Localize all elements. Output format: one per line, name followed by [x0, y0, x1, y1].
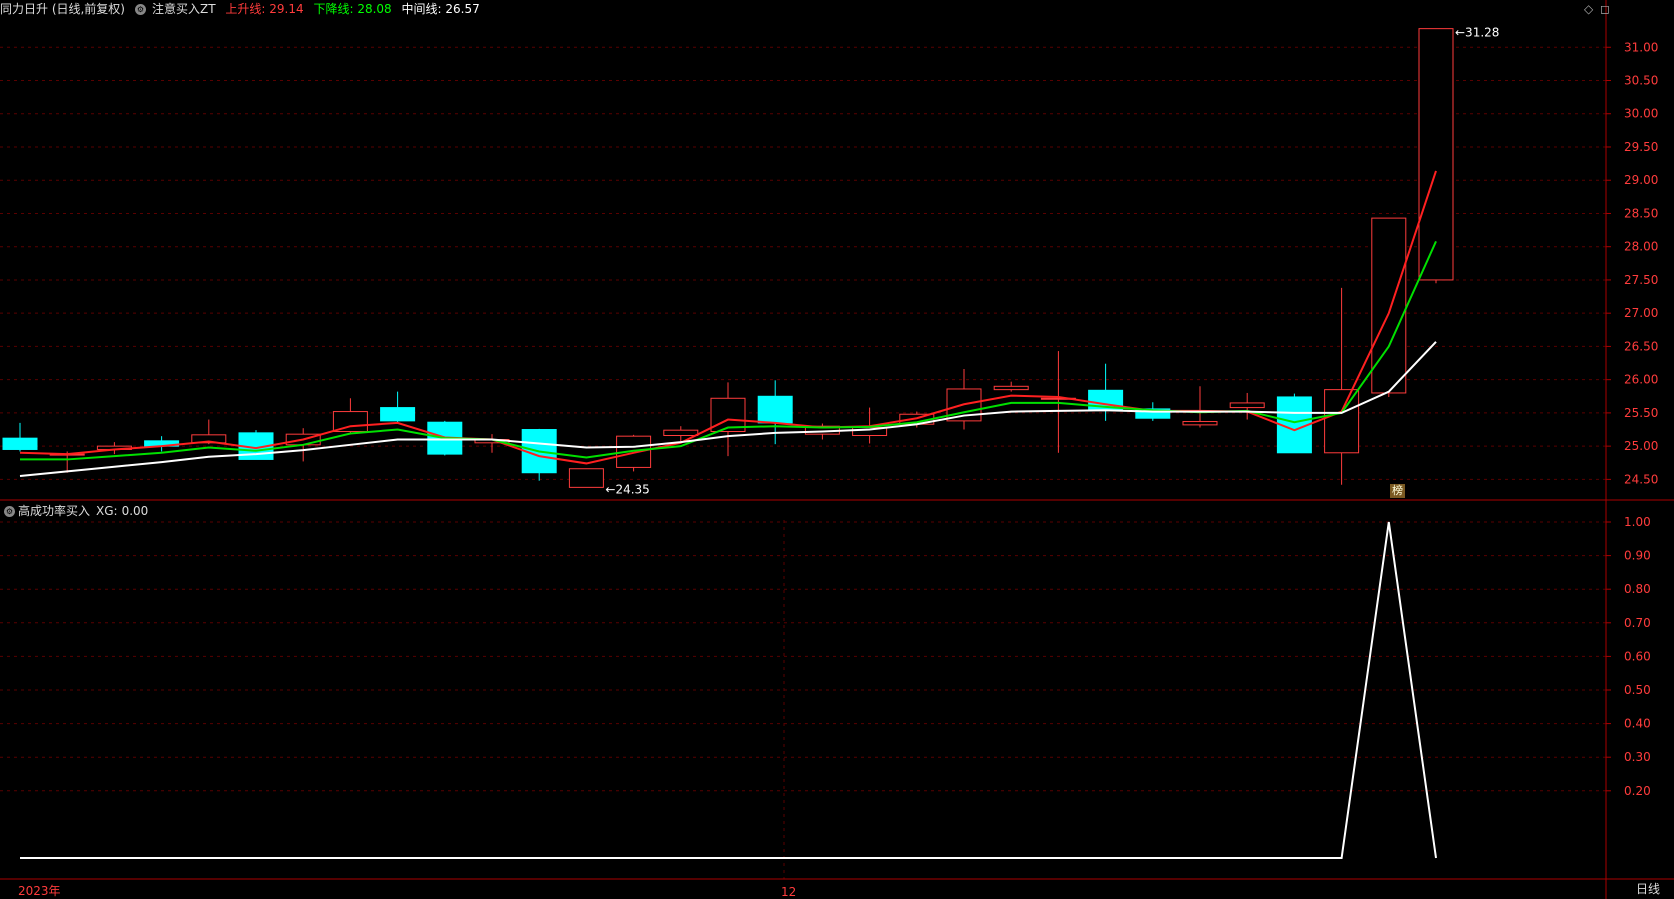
candle-body[interactable] — [1229, 402, 1265, 409]
mid-line-label: 中间线: — [401, 2, 442, 16]
price-tick-label: 31.00 — [1624, 40, 1658, 54]
candle-body[interactable] — [568, 468, 604, 488]
grid-lines — [0, 46, 1606, 879]
price-tick-label: 30.50 — [1624, 74, 1658, 88]
price-tick-label: 28.00 — [1624, 240, 1658, 254]
indicator-tick-label: 0.20 — [1624, 784, 1651, 798]
price-tick-label: 28.50 — [1624, 206, 1658, 220]
indicator-name[interactable]: 注意买入ZT — [152, 2, 216, 16]
main-header: 同力日升 (日线,前复权) ⚙ 注意买入ZT 上升线: 29.14 下降线: 28.… — [0, 0, 486, 18]
candle-body[interactable] — [380, 407, 416, 422]
price-tick-label: 30.00 — [1624, 107, 1658, 121]
price-tick-label: 26.00 — [1624, 373, 1658, 387]
candle-body[interactable] — [1371, 217, 1407, 394]
indicator-tick-label: 0.90 — [1624, 549, 1651, 563]
price-tick-label: 27.00 — [1624, 306, 1658, 320]
sub-header: ⚙ 高成功率买入 XG: 0.00 — [0, 502, 148, 520]
lower-line-label: 下降线: — [313, 2, 354, 16]
settings-gear-icon[interactable]: ⚙ — [4, 506, 15, 517]
x-label-month: 12 — [781, 885, 797, 899]
timeframe-label[interactable]: 日线 — [1636, 880, 1660, 897]
xg-label: XG: — [96, 504, 118, 518]
x-label-year: 2023年 — [18, 884, 61, 898]
sub-indicator-name[interactable]: 高成功率买入 — [18, 504, 90, 518]
indicator-tick-label: 0.50 — [1624, 683, 1651, 697]
candle-body[interactable] — [757, 395, 793, 424]
mid-line-value: 26.57 — [445, 2, 480, 16]
indicator-tick-label: 0.40 — [1624, 717, 1651, 731]
indicator-tick-label: 1.00 — [1624, 515, 1651, 529]
price-tick-label: 29.00 — [1624, 173, 1658, 187]
series-line-下降线[interactable] — [20, 240, 1437, 461]
candle-body[interactable] — [993, 385, 1029, 391]
lower-line-value: 28.08 — [357, 2, 392, 16]
diamond-icon[interactable]: ◇ — [1584, 2, 1593, 16]
price-tick-label: 29.50 — [1624, 140, 1658, 154]
price-annotation: ←31.28 — [1455, 26, 1499, 40]
price-tick-label: 26.50 — [1624, 339, 1658, 353]
candle-body[interactable] — [1182, 421, 1218, 426]
xg-value: 0.00 — [121, 504, 149, 518]
series-line-上升线[interactable] — [19, 170, 1437, 465]
main-price-panel[interactable]: ←31.28 ←24.35 — [2, 26, 1499, 497]
indicator-tick-label: 0.70 — [1624, 616, 1651, 630]
kline-chart[interactable]: ←31.28 ←24.35 31.00 30.50 30.00 29.50 29.00 28… — [0, 0, 1674, 899]
candle-body[interactable] — [2, 437, 38, 450]
price-tick-label: 24.50 — [1624, 472, 1658, 486]
price-annotation: ←24.35 — [605, 482, 649, 496]
rank-badge[interactable]: 榜 — [1390, 484, 1405, 498]
price-tick-label: 27.50 — [1624, 273, 1658, 287]
upper-line-label: 上升线: — [225, 2, 266, 16]
indicator-tick-label: 0.80 — [1624, 582, 1651, 596]
indicator-tick-label: 0.30 — [1624, 750, 1651, 764]
stock-title[interactable]: 同力日升 (日线,前复权) — [0, 2, 125, 16]
frame-icon[interactable]: ◻ — [1600, 2, 1610, 16]
upper-line-value: 29.14 — [269, 2, 304, 16]
candle-body[interactable] — [663, 429, 699, 437]
indicator-tick-label: 0.60 — [1624, 649, 1651, 663]
price-tick-label: 25.50 — [1624, 406, 1658, 420]
price-tick-label: 25.00 — [1624, 439, 1658, 453]
candle-body[interactable] — [1324, 389, 1360, 454]
settings-gear-icon[interactable]: ⚙ — [135, 4, 146, 15]
